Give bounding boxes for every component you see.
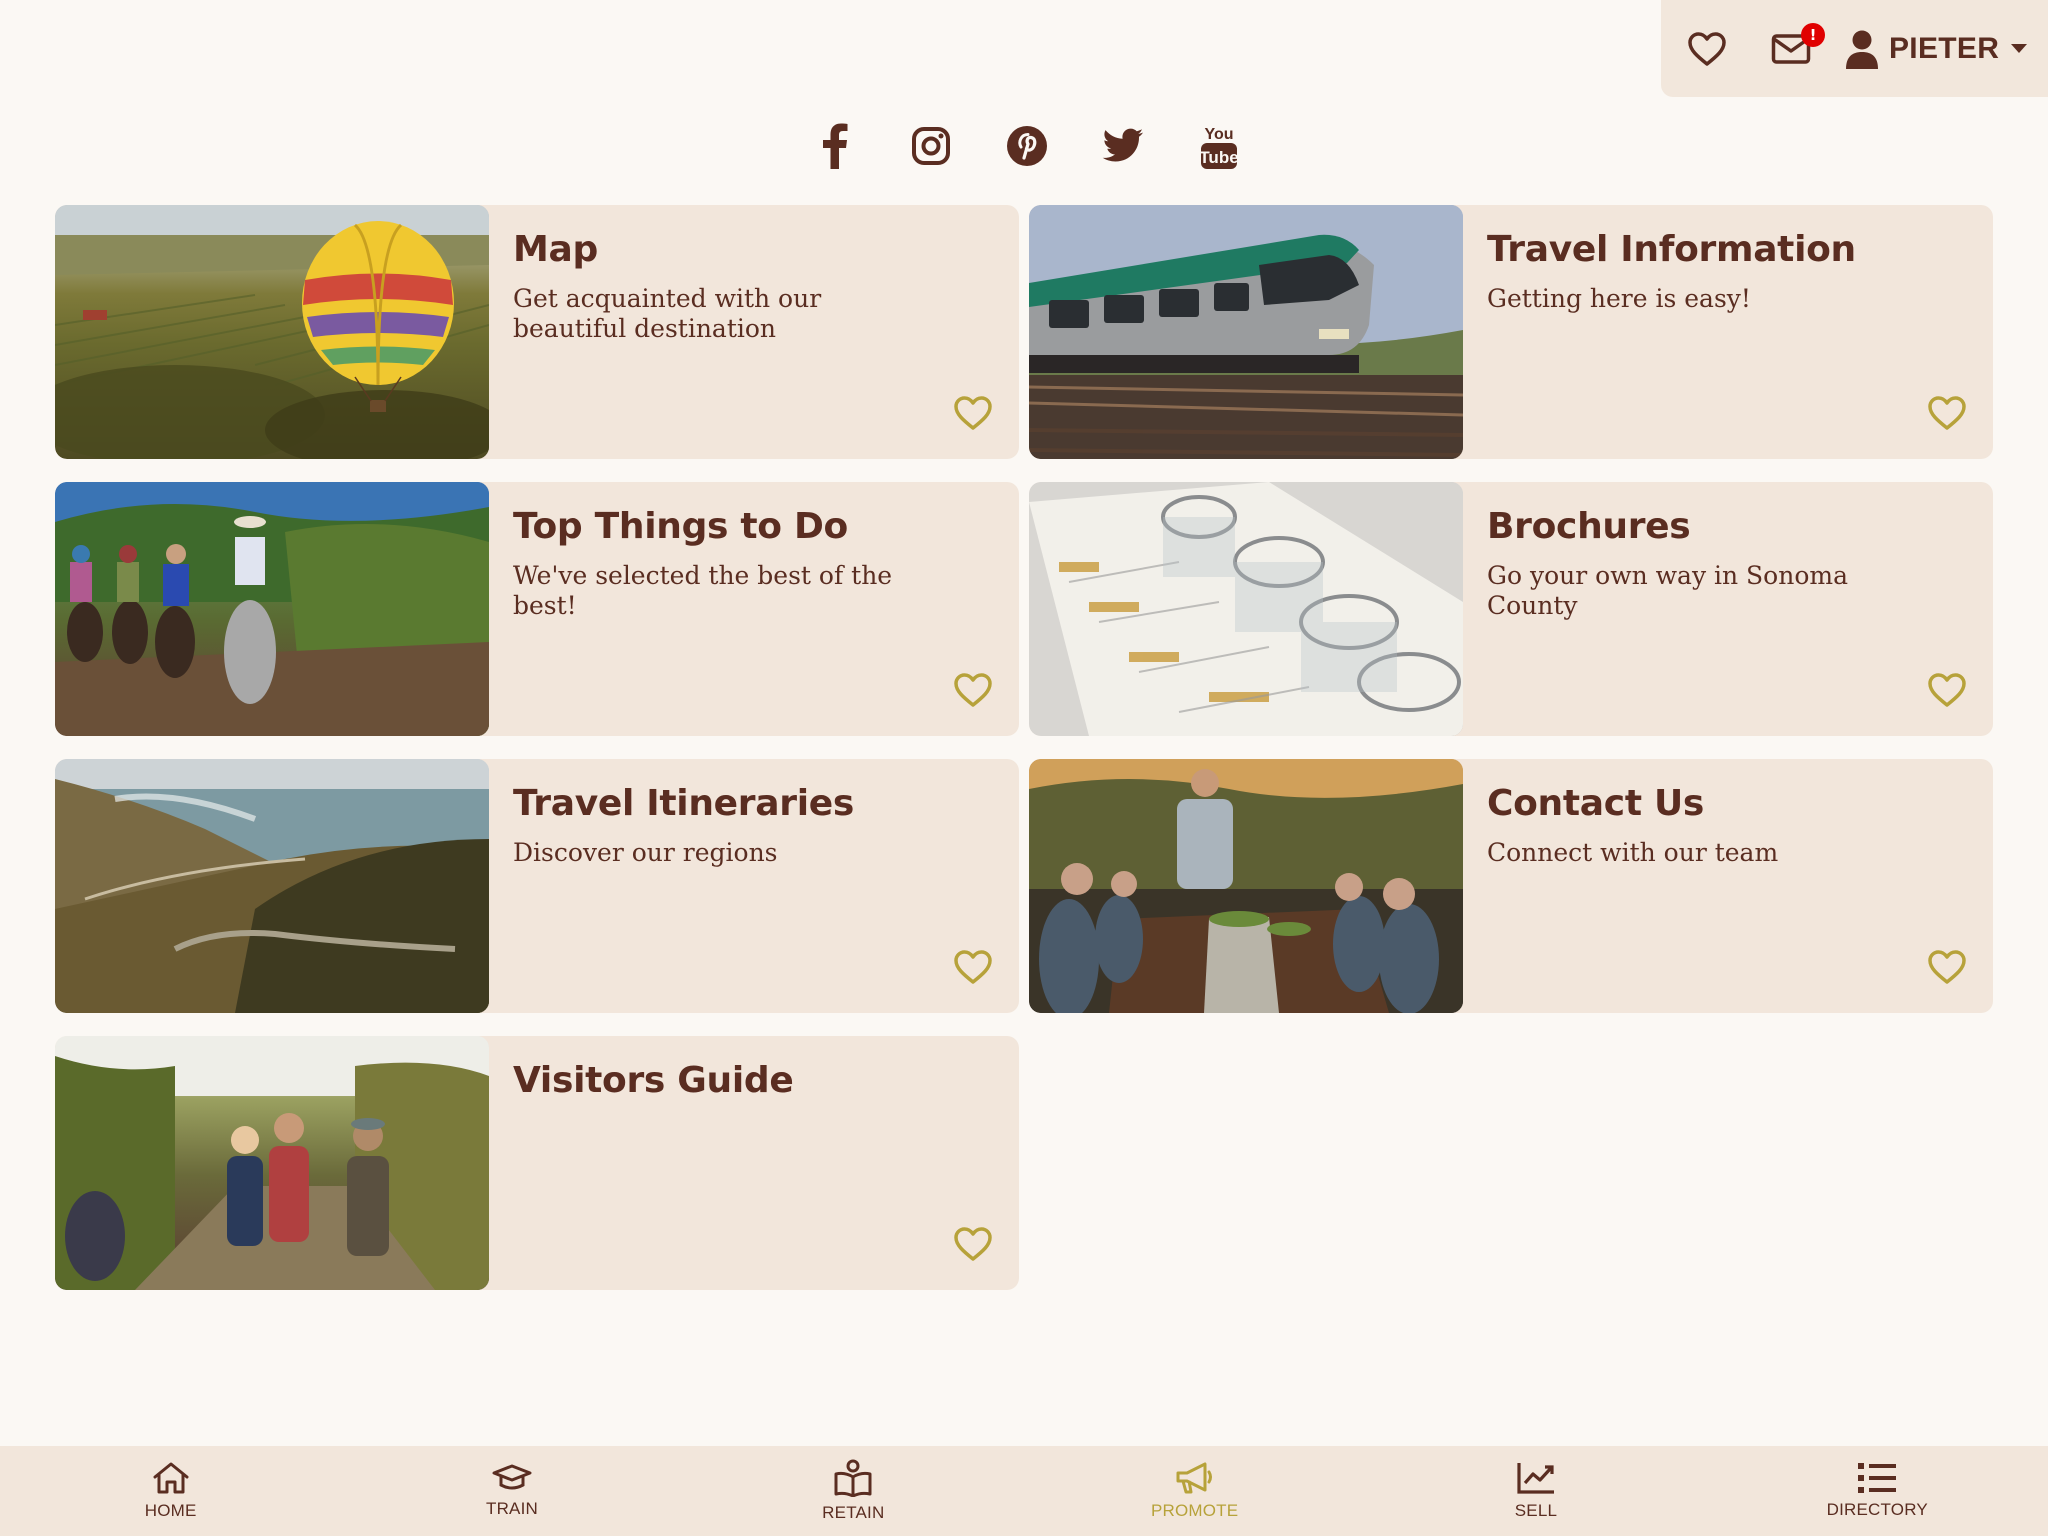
vineyard-friends-image <box>55 1036 489 1290</box>
card-title: Travel Itineraries <box>513 783 854 824</box>
nav-label: PROMOTE <box>1150 1501 1239 1520</box>
favorites-button[interactable] <box>1683 25 1731 73</box>
card-description: Getting here is easy! <box>1487 284 1751 313</box>
nav-sell[interactable]: SELL <box>1436 1461 1636 1521</box>
card-brochures[interactable]: Brochures Go your own way in Sonoma Coun… <box>1029 482 1993 736</box>
card-title: Map <box>513 229 598 270</box>
svg-text:Tube: Tube <box>1199 148 1238 167</box>
wine-tasting-image <box>1029 482 1463 736</box>
card-description: We've selected the best of the best! <box>513 561 893 620</box>
card-travel-itineraries[interactable]: Travel Itineraries Discover our regions <box>55 759 1019 1013</box>
nav-label: SELL <box>1514 1501 1558 1520</box>
card-description: Connect with our team <box>1487 838 1779 867</box>
instagram-link[interactable] <box>907 118 955 174</box>
book-reader-icon <box>834 1459 872 1497</box>
user-bar: ! PIETER <box>1661 0 2048 97</box>
megaphone-icon <box>1176 1462 1212 1494</box>
card-title: Top Things to Do <box>513 506 848 547</box>
favorite-heart-icon[interactable] <box>953 395 993 431</box>
caret-down-icon <box>2011 44 2028 53</box>
bottom-nav: HOME TRAIN RETAIN PROMOTE SELL DIRECTORY <box>0 1446 2048 1536</box>
heart-icon <box>1688 31 1726 66</box>
favorite-heart-icon[interactable] <box>953 1226 993 1262</box>
favorite-heart-icon[interactable] <box>953 949 993 985</box>
card-travel-information[interactable]: Travel Information Getting here is easy! <box>1029 205 1993 459</box>
hot-air-balloon-image <box>55 205 489 459</box>
facebook-link[interactable] <box>811 118 859 174</box>
card-visitors-guide[interactable]: Visitors Guide <box>55 1036 1019 1290</box>
card-image <box>55 759 489 1013</box>
favorite-heart-icon[interactable] <box>953 672 993 708</box>
youtube-icon: You Tube <box>1199 126 1239 169</box>
coastal-road-image <box>55 759 489 1013</box>
graduation-cap-icon <box>492 1464 532 1490</box>
card-image <box>55 1036 489 1290</box>
card-image <box>55 205 489 459</box>
favorite-heart-icon[interactable] <box>1927 949 1967 985</box>
card-image <box>1029 759 1463 1013</box>
card-description: Go your own way in Sonoma County <box>1487 561 1848 620</box>
social-links: You Tube <box>0 118 2048 174</box>
facebook-icon <box>823 123 848 169</box>
nav-label: DIRECTORY <box>1826 1500 1928 1519</box>
nav-home[interactable]: HOME <box>71 1461 271 1521</box>
list-icon <box>1858 1463 1897 1493</box>
nav-retain[interactable]: RETAIN <box>753 1459 953 1523</box>
messages-button[interactable]: ! <box>1767 22 1825 73</box>
nav-train[interactable]: TRAIN <box>412 1463 612 1519</box>
card-contact-us[interactable]: Contact Us Connect with our team <box>1029 759 1993 1013</box>
nav-label: TRAIN <box>485 1499 538 1518</box>
train-image <box>1029 205 1463 459</box>
pinterest-icon <box>1007 126 1047 166</box>
user-icon <box>1846 30 1878 69</box>
horseback-riders-image <box>55 482 489 736</box>
card-image <box>1029 482 1463 736</box>
card-title: Visitors Guide <box>513 1060 794 1101</box>
card-top-things-to-do[interactable]: Top Things to Do We've selected the best… <box>55 482 1019 736</box>
twitter-icon <box>1102 128 1143 162</box>
card-map[interactable]: Map Get acquainted with our beautiful de… <box>55 205 1019 459</box>
favorite-heart-icon[interactable] <box>1927 672 1967 708</box>
promote-card-grid: Map Get acquainted with our beautiful de… <box>55 205 1993 1290</box>
svg-text:You: You <box>1204 126 1233 143</box>
youtube-link[interactable]: You Tube <box>1195 118 1243 174</box>
card-title: Brochures <box>1487 506 1691 547</box>
card-description: Discover our regions <box>513 838 778 867</box>
user-name: PIETER <box>1889 31 2000 65</box>
card-title: Contact Us <box>1487 783 1705 824</box>
card-title: Travel Information <box>1487 229 1856 270</box>
home-icon <box>153 1462 189 1494</box>
favorite-heart-icon[interactable] <box>1927 395 1967 431</box>
card-image <box>1029 205 1463 459</box>
notification-badge: ! <box>1801 22 1825 47</box>
twitter-link[interactable] <box>1099 118 1147 174</box>
card-description: Get acquainted with our beautiful destin… <box>513 284 822 343</box>
chart-line-icon <box>1517 1463 1554 1494</box>
user-menu[interactable]: PIETER <box>1845 29 2028 69</box>
nav-label: HOME <box>144 1501 197 1520</box>
nav-label: RETAIN <box>822 1503 885 1522</box>
outdoor-dinner-image <box>1029 759 1463 1013</box>
instagram-icon <box>912 127 950 165</box>
nav-promote[interactable]: PROMOTE <box>1095 1461 1295 1521</box>
card-image <box>55 482 489 736</box>
pinterest-link[interactable] <box>1003 118 1051 174</box>
nav-directory[interactable]: DIRECTORY <box>1777 1462 1977 1520</box>
